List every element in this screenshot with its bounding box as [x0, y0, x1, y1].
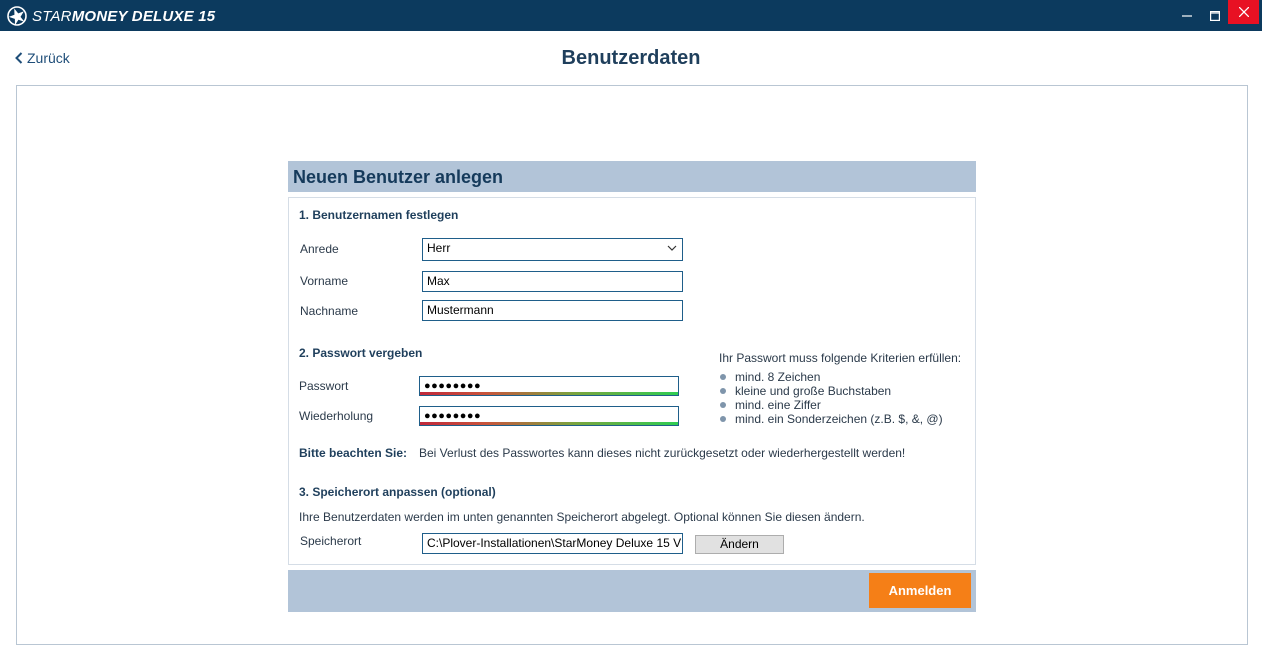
lastname-input[interactable]: Mustermann: [422, 300, 683, 321]
app-logo: STARMONEY DELUXE 15: [6, 4, 215, 28]
password-input[interactable]: ●●●●●●●●: [419, 376, 679, 396]
submit-button[interactable]: Anmelden: [869, 573, 971, 608]
password-value: ●●●●●●●●: [424, 380, 482, 392]
criteria-list: mind. 8 Zeichen kleine und große Buchsta…: [719, 370, 943, 426]
criteria-item: mind. 8 Zeichen: [719, 370, 943, 384]
lastname-label: Nachname: [300, 304, 359, 318]
criteria-item: mind. ein Sonderzeichen (z.B. $, &, @): [719, 412, 943, 426]
change-storage-button[interactable]: Ändern: [695, 535, 784, 554]
password-strength-bar: [420, 392, 678, 395]
card-header: Neuen Benutzer anlegen: [288, 161, 976, 192]
note-text: Bei Verlust des Passwortes kann dieses n…: [419, 446, 906, 460]
maximize-button[interactable]: [1200, 0, 1230, 31]
app-title: STARMONEY DELUXE 15: [32, 7, 216, 25]
repeat-password-value: ●●●●●●●●: [424, 410, 482, 422]
title-bar: STARMONEY DELUXE 15: [0, 0, 1262, 31]
section-username-title: 1. Benutzernamen festlegen: [299, 208, 459, 222]
minimize-icon: [1182, 14, 1192, 17]
criteria-item: mind. eine Ziffer: [719, 398, 943, 412]
page-title: Benutzerdaten: [561, 47, 701, 69]
password-label: Passwort: [299, 379, 349, 393]
close-icon: [1238, 7, 1249, 17]
chevron-down-icon: [667, 245, 677, 251]
repeat-password-strength-bar: [420, 422, 678, 425]
criteria-title: Ihr Passwort muss folgende Kriterien erf…: [719, 351, 962, 365]
repeat-password-input[interactable]: ●●●●●●●●: [419, 406, 679, 426]
close-button[interactable]: [1228, 0, 1259, 24]
minimize-button[interactable]: [1172, 0, 1202, 31]
storage-info-text: Ihre Benutzerdaten werden im unten genan…: [299, 510, 865, 524]
card-title: Neuen Benutzer anlegen: [293, 167, 504, 187]
repeat-password-label: Wiederholung: [299, 409, 374, 423]
salutation-value: Herr: [427, 241, 451, 255]
firstname-label: Vorname: [300, 274, 349, 288]
section-storage-title: 3. Speicherort anpassen (optional): [299, 485, 496, 499]
storage-path-input[interactable]: C:\Plover-Installationen\StarMoney Delux…: [422, 533, 683, 554]
salutation-label: Anrede: [300, 242, 339, 256]
criteria-item: kleine und große Buchstaben: [719, 384, 943, 398]
firstname-input[interactable]: Max: [422, 271, 683, 292]
starmoney-logo-icon: [7, 6, 27, 26]
section-password-title: 2. Passwort vergeben: [299, 346, 423, 360]
storage-label: Speicherort: [300, 534, 362, 548]
maximize-icon: [1210, 10, 1220, 21]
note-label: Bitte beachten Sie:: [299, 446, 408, 460]
salutation-select[interactable]: Herr: [422, 238, 683, 261]
